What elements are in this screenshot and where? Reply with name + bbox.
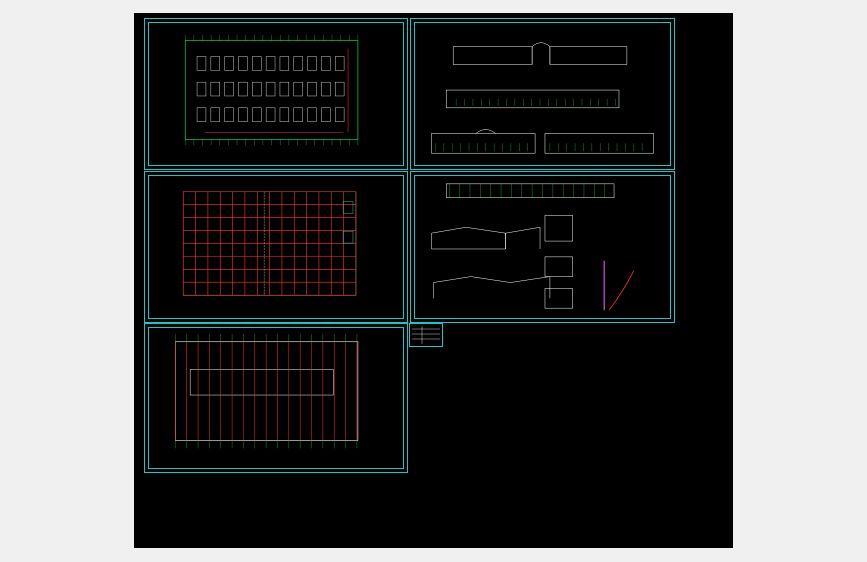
sheet-roof-plan[interactable] (144, 323, 408, 473)
drawing-canvas[interactable] (134, 13, 733, 548)
floor-plan-2-drawing (182, 191, 357, 296)
floor-plan-1-drawing (184, 34, 359, 146)
sheet-floor-plan-1[interactable] (144, 18, 408, 170)
sections-drawing (431, 183, 635, 311)
elevations-drawing (431, 42, 654, 154)
title-block-drawing (412, 326, 440, 344)
roof-plan-drawing (175, 333, 359, 449)
sheet-sections-details[interactable] (410, 171, 675, 323)
sheet-floor-plan-2[interactable] (144, 171, 408, 323)
sheet-elevations[interactable] (410, 18, 675, 170)
title-block[interactable] (409, 323, 443, 347)
